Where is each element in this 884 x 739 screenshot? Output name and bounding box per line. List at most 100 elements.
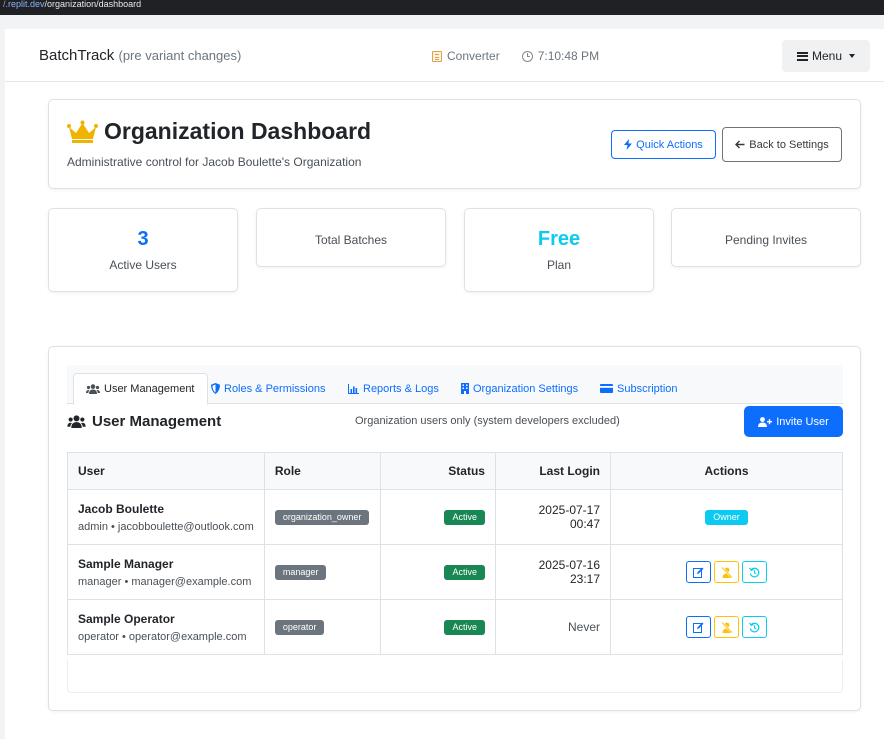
section-title: User Management [67,413,221,430]
deactivate-user-button[interactable] [714,561,739,583]
table-row: Sample Operator operator • operator@exam… [67,599,843,655]
brand[interactable]: BatchTrack (pre variant changes) [39,47,241,64]
status-cell: Active [379,489,496,545]
actions-cell: Owner [610,489,843,545]
edit-icon [693,567,704,578]
invite-user-label: Invite User [776,415,829,428]
bolt-icon [624,139,633,150]
user-slash-icon [720,566,733,578]
users-icon [67,415,86,428]
history-icon [749,621,760,632]
user-name: Sample Operator [78,611,175,626]
converter-label: Converter [447,49,500,63]
tab-organization-settings[interactable]: Organization Settings [449,373,590,404]
users-table: User Role Status Last Login Actions Jaco… [67,452,843,655]
actions-cell [610,544,843,600]
table-row: Sample Manager manager • manager@example… [67,544,843,600]
user-details: admin • jacobboulette@outlook.com [78,520,254,533]
stat-label: Total Batches [314,233,388,247]
role-badge: manager [274,565,327,580]
brand-subtitle: (pre variant changes) [118,48,242,63]
back-to-settings-button[interactable]: Back to Settings [722,127,842,162]
status-badge: Active [444,620,485,635]
edit-user-button[interactable] [686,561,711,583]
owner-badge: Owner [705,510,748,525]
user-name: Sample Manager [78,556,174,571]
stat-value: 3 [137,228,149,250]
column-header-user[interactable]: User [67,452,265,490]
user-cell: Sample Operator operator • operator@exam… [67,599,265,655]
nav-center: Converter 7:10:48 PM [432,49,599,63]
hamburger-icon [796,51,808,61]
stat-card-active-users: 3 Active Users [48,208,238,292]
tab-label: Reports & Logs [363,382,439,395]
actions-cell [610,599,843,655]
quick-actions-button[interactable]: Quick Actions [611,130,716,159]
last-login-cell: 2025-07-16 23:17 [494,544,612,600]
stat-card-pending-invites: Pending Invites [671,208,861,267]
building-icon [461,383,469,394]
dashboard-header-card: Organization Dashboard Administrative co… [48,99,861,189]
tab-label: User Management [104,383,195,395]
clock-icon [521,50,533,62]
caret-down-icon [849,54,856,58]
converter-link[interactable]: Converter [432,49,500,63]
role-cell: manager [263,544,381,600]
table-header-row: User Role Status Last Login Actions [67,452,843,490]
page-subtitle: Administrative control for Jacob Boulett… [67,155,362,169]
crown-icon [67,120,98,143]
status-cell: Active [379,544,496,600]
status-badge: Active [444,565,485,580]
history-icon [749,566,760,577]
calculator-icon [432,50,442,62]
tab-user-management[interactable]: User Management [73,373,208,405]
table-footer [67,659,843,693]
tab-label: Organization Settings [473,382,579,395]
users-icon [86,384,100,394]
status-badge: Active [444,510,485,525]
management-card: User Management Roles & Permissions Repo… [48,346,861,711]
browser-url-bar[interactable]: /.replit.dev/organization/dashboard [0,0,884,15]
role-cell: organization_owner [263,489,381,545]
menu-button[interactable]: Menu [782,40,870,72]
role-badge: organization_owner [274,510,370,525]
tab-roles-permissions[interactable]: Roles & Permissions [199,373,337,404]
invite-user-button[interactable]: Invite User [744,406,843,437]
page-title-text: Organization Dashboard [104,118,372,144]
quick-actions-label: Quick Actions [636,138,703,151]
user-cell: Sample Manager manager • manager@example… [67,544,265,600]
user-slash-icon [720,621,733,633]
tab-reports-logs[interactable]: Reports & Logs [336,373,451,404]
user-details: manager • manager@example.com [78,575,252,588]
column-header-last-login[interactable]: Last Login [494,452,612,490]
deactivate-user-button[interactable] [714,616,739,638]
stat-label: Active Users [109,258,177,272]
arrow-left-icon [735,140,745,149]
reset-history-button[interactable] [742,616,767,638]
brand-name: BatchTrack [39,47,115,64]
last-login-cell: Never [494,599,612,655]
shield-icon [211,383,220,394]
app-window: BatchTrack (pre variant changes) Convert… [5,29,884,739]
column-header-role[interactable]: Role [263,452,381,490]
section-title-text: User Management [92,413,222,430]
column-header-status[interactable]: Status [379,452,496,490]
edit-user-button[interactable] [686,616,711,638]
column-header-actions: Actions [610,452,843,490]
card-icon [600,384,613,393]
stat-card-total-batches: Total Batches [256,208,446,267]
clock-display: 7:10:48 PM [521,49,599,63]
table-row: Jacob Boulette admin • jacobboulette@out… [67,489,843,545]
user-details: operator • operator@example.com [78,630,247,643]
section-note: Organization users only (system develope… [355,415,620,427]
stat-value: Free [537,228,581,250]
reset-history-button[interactable] [742,561,767,583]
role-cell: operator [263,599,381,655]
chart-icon [348,383,359,394]
tab-subscription[interactable]: Subscription [588,373,690,404]
user-plus-icon [758,416,773,427]
edit-icon [693,622,704,633]
stat-card-plan: Free Plan [464,208,654,292]
tab-label: Roles & Permissions [224,382,326,395]
tab-label: Subscription [617,382,678,395]
